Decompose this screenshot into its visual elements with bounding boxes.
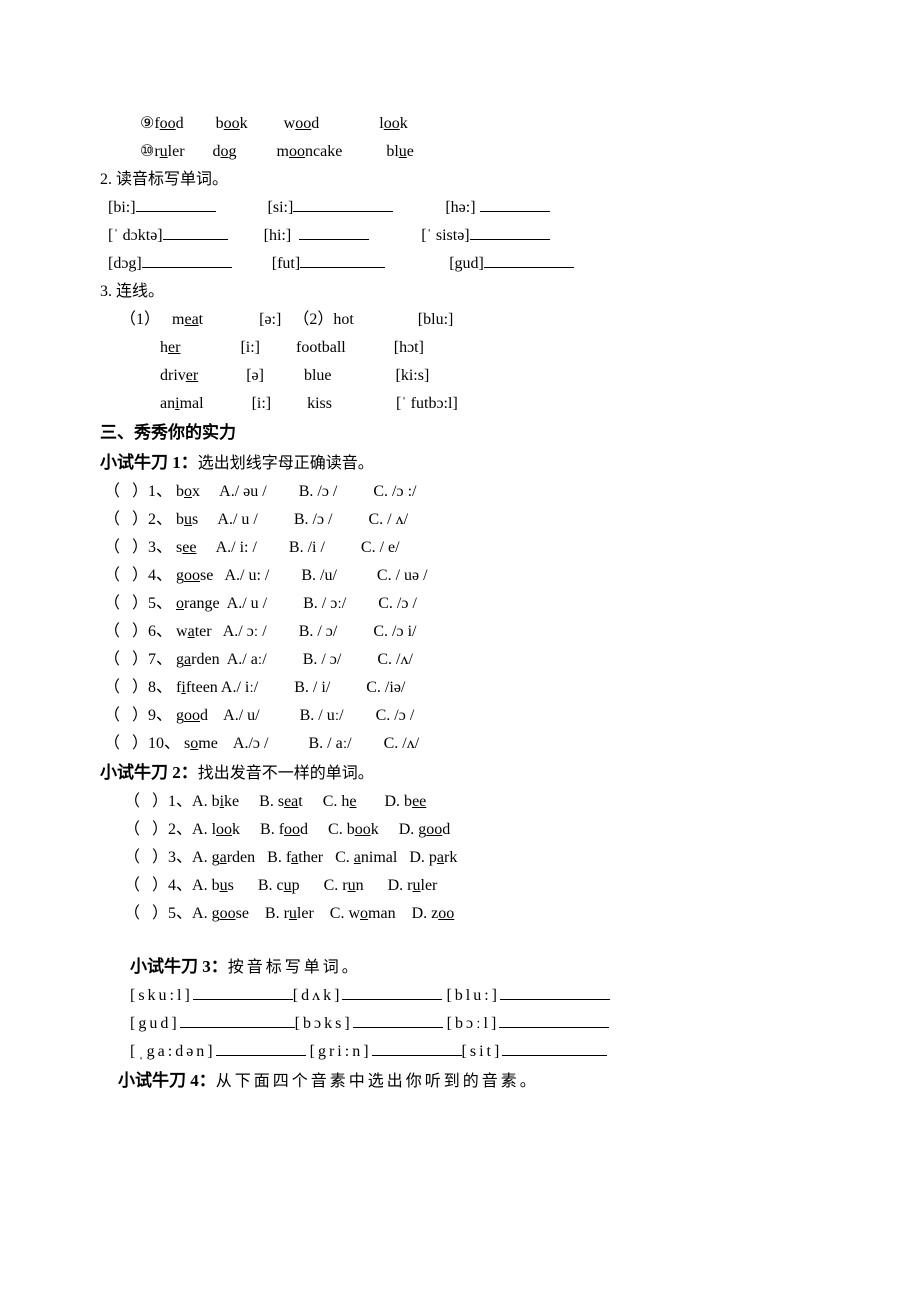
odd-one-row: （ ）3、A. garden B. father C. animal D. pa… (100, 844, 820, 872)
try4-title: 小试牛刀 4：从下面四个音素中选出你听到的音素。 (118, 1066, 820, 1096)
blank-input[interactable] (353, 1011, 443, 1028)
try3-row-3: [ˌga:dən] [gri:n][sit] (130, 1038, 820, 1066)
blank-input[interactable] (480, 195, 550, 212)
mcq-row: （ ）2、 bus A./ u / B. /ɔ / C. / ʌ/ (100, 506, 820, 534)
mcq-row: （ ）3、 see A./ i: / B. /i / C. / e/ (100, 534, 820, 562)
odd-one-row: （ ）4、A. bus B. cup C. run D. ruler (100, 872, 820, 900)
match-row-4: animal [i:] kiss [ˈ futbɔ:l] (100, 390, 820, 418)
section-2-title: 2. 读音标写单词。 (100, 166, 820, 194)
try3-title: 小试牛刀 3：按音标写单词。 (130, 952, 820, 982)
try1-title: 小试牛刀 1：选出划线字母正确读音。 (100, 448, 820, 478)
match-row-3: driver [ə] blue [ki:s] (100, 362, 820, 390)
match-row-1: （1） meat [ə:] （2）hot [blu:] (100, 306, 820, 334)
blank-input[interactable] (163, 223, 228, 240)
blank-input[interactable] (216, 1039, 306, 1056)
match-row-2: her [i:] football [hɔt] (100, 334, 820, 362)
phon-row-3: [dɔg] [fut] [gud] (100, 250, 820, 278)
blank-input[interactable] (136, 195, 216, 212)
blank-input[interactable] (180, 1011, 295, 1028)
mcq-row: （ ）4、 goose A./ u: / B. /u/ C. / uə / (100, 562, 820, 590)
phon-row-2: [ˈ dɔktə] [hi:] [ˈ sistə] (100, 222, 820, 250)
blank-input[interactable] (484, 251, 574, 268)
try2-title: 小试牛刀 2：找出发音不一样的单词。 (100, 758, 820, 788)
blank-input[interactable] (500, 983, 610, 1000)
word-row-9: ⑨food book wood look (100, 110, 820, 138)
blank-input[interactable] (299, 223, 369, 240)
mcq-row: （ ）5、 orange A./ u / B. / ɔː/ C. /ɔ / (100, 590, 820, 618)
blank-input[interactable] (502, 1039, 607, 1056)
word-row-10: ⑩ruler dog mooncake blue (100, 138, 820, 166)
section-3-title: 3. 连线。 (100, 278, 820, 306)
odd-one-row: （ ）1、A. bike B. seat C. he D. bee (100, 788, 820, 816)
blank-input[interactable] (293, 195, 393, 212)
blank-input[interactable] (300, 251, 385, 268)
odd-one-row: （ ）2、A. look B. food C. book D. good (100, 816, 820, 844)
blank-input[interactable] (499, 1011, 609, 1028)
mcq-row: （ ）9、 good A./ u/ B. / uː/ C. /ɔ / (100, 702, 820, 730)
section-iii-title: 三、秀秀你的实力 (100, 418, 820, 448)
mcq-row: （ ）7、 garden A./ aː/ B. / ɔ/ C. /ʌ/ (100, 646, 820, 674)
mcq-row: （ ）10、 some A./ɔ / B. / aː/ C. /ʌ/ (100, 730, 820, 758)
mcq-row: （ ）8、 fifteen A./ iː/ B. / i/ C. /iə/ (100, 674, 820, 702)
blank-input[interactable] (470, 223, 550, 240)
phon-row-1: [bi:] [si:] [hə:] (100, 194, 820, 222)
try3-row-2: [gud][bɔks] [bɔːl] (130, 1010, 820, 1038)
odd-one-row: （ ）5、A. goose B. ruler C. woman D. zoo (100, 900, 820, 928)
mcq-row: （ ）6、 water A./ ɔː / B. / ɔ/ C. /ɔ i/ (100, 618, 820, 646)
try3-row-1: [sku:l][dʌk] [blu:] (130, 982, 820, 1010)
mcq-row: （ ）1、 box A./ əu / B. /ɔ / C. /ɔ :/ (100, 478, 820, 506)
blank-input[interactable] (372, 1039, 462, 1056)
blank-input[interactable] (342, 983, 442, 1000)
blank-input[interactable] (142, 251, 232, 268)
blank-input[interactable] (193, 983, 293, 1000)
